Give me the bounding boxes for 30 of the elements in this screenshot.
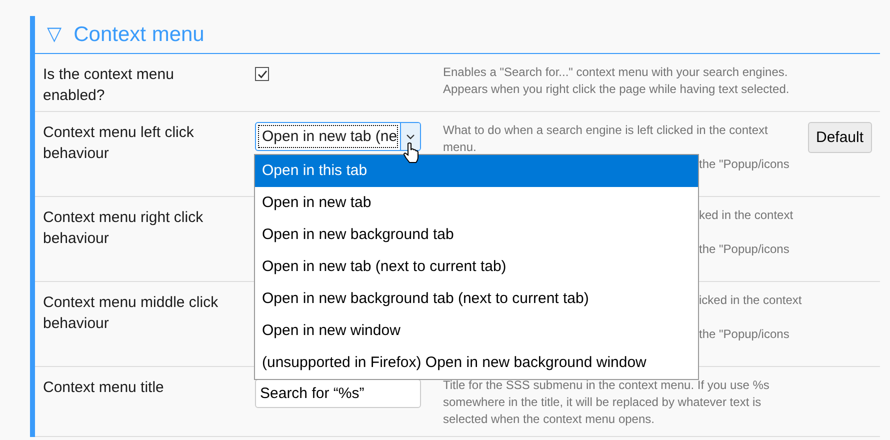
dropdown-option[interactable]: Open in new tab	[255, 187, 698, 219]
setting-description: the "Popup/icons	[699, 157, 790, 171]
setting-description: Title for the SSS submenu in the context menu. If you use %s	[443, 378, 770, 392]
dropdown-option[interactable]: Open in this tab	[255, 155, 698, 187]
setting-description: What to do when a search engine is left clicked in the context	[443, 123, 768, 137]
select-dropdown[interactable]: Open in new tab (ne	[255, 122, 421, 151]
setting-description: Appears when you right click the page while having text selected.	[443, 82, 790, 96]
dropdown-option[interactable]: Open in new window	[255, 315, 698, 347]
dropdown-option[interactable]: Open in new background tab (next to current tab)	[255, 283, 698, 315]
dropdown-option[interactable]: Open in new tab (next to current tab)	[255, 251, 698, 283]
chevron-down-icon[interactable]	[400, 123, 420, 150]
setting-description: selected when the context menu opens.	[443, 412, 654, 426]
setting-description: somewhere in the title, it will be replaced by whatever text is	[443, 395, 762, 409]
checkbox[interactable]	[255, 67, 269, 81]
setting-label: Context menu title	[43, 378, 165, 398]
setting-label: Context menu right click behaviour	[43, 208, 204, 249]
setting-description: menu.	[443, 140, 476, 154]
setting-label: Is the context menu enabled?	[43, 65, 175, 106]
setting-description: Enables a "Search for..." context menu with your search engines.	[443, 65, 788, 79]
setting-label: Context menu middle click behaviour	[43, 293, 220, 334]
dropdown-option[interactable]: (unsupported in Firefox) Open in new background window	[255, 347, 698, 379]
text-field[interactable]: Search for “%s”	[255, 379, 421, 408]
setting-description: icked in the context	[699, 293, 802, 307]
setting-description: ked in the context	[699, 208, 794, 222]
section-title: Context menu	[74, 22, 204, 46]
setting-label: Context menu left click behaviour	[43, 123, 195, 164]
default-button[interactable]: Default	[808, 122, 872, 153]
setting-description: the "Popup/icons	[699, 327, 790, 341]
setting-description: the "Popup/icons	[699, 242, 790, 256]
dropdown-option[interactable]: Open in new background tab	[255, 219, 698, 251]
